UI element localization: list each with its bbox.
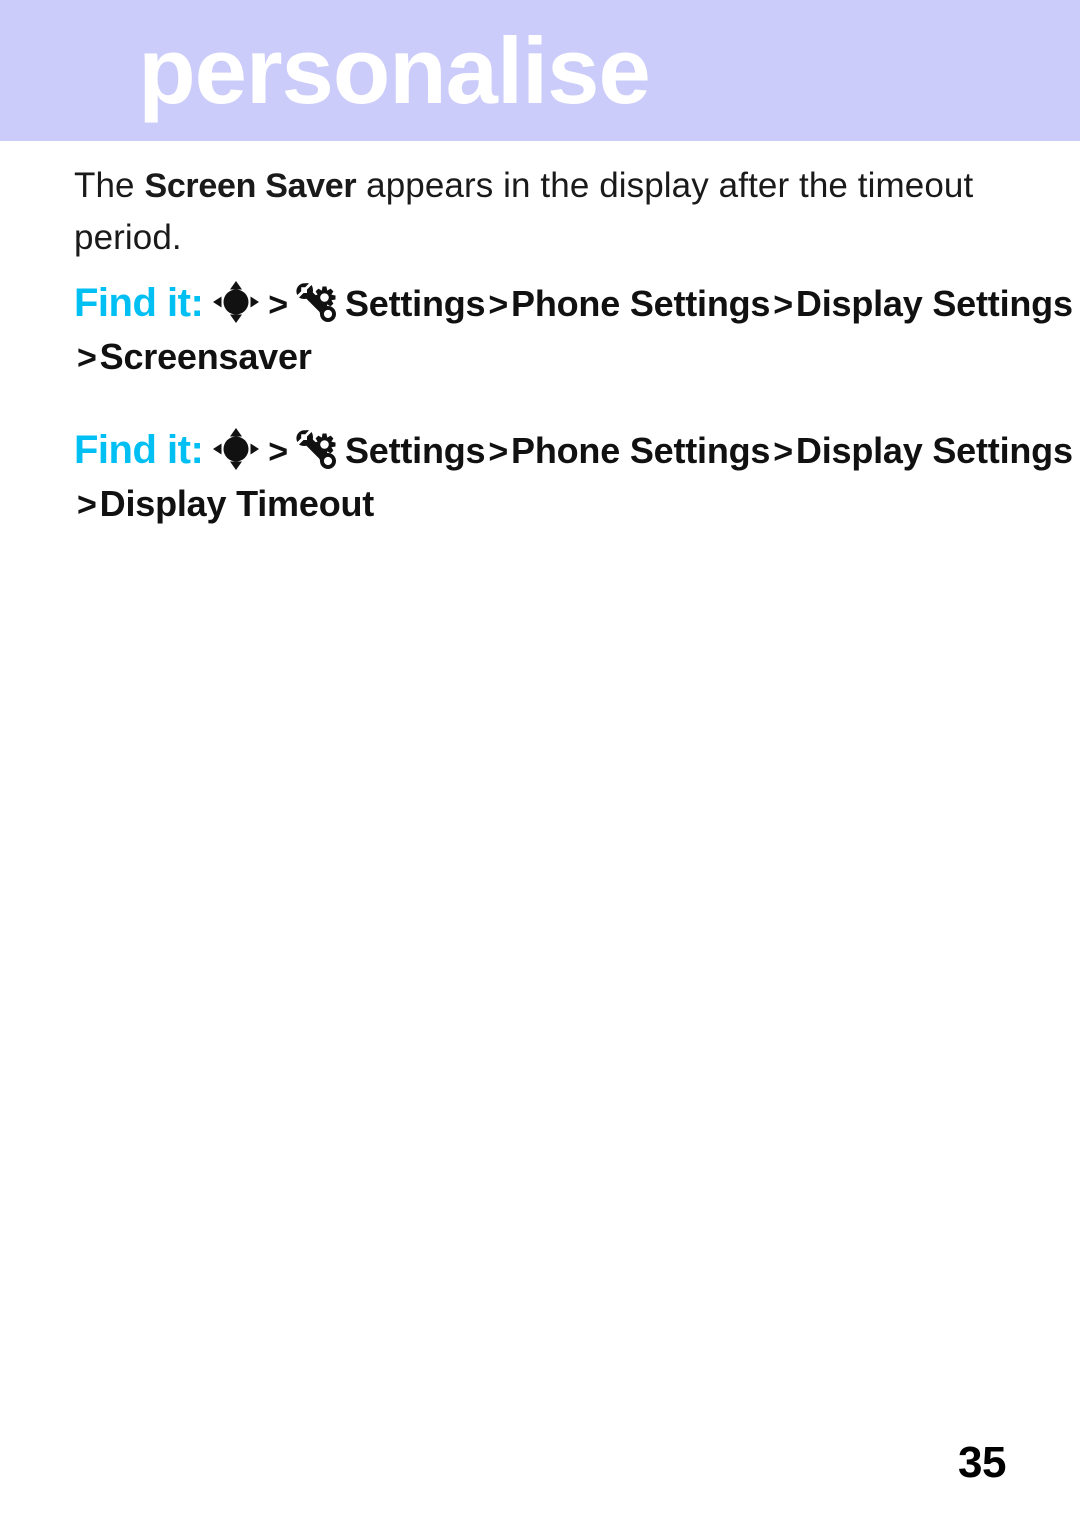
findit-path-line: Find it: > Settings>Phone Settings>Display…: [74, 424, 1073, 478]
path-crumb: Display Timeout: [99, 483, 375, 524]
intro-paragraph-before: The: [74, 166, 145, 205]
intro-paragraph: The Screen Saver appears in the display …: [74, 160, 974, 263]
wrench-gear-settings-icon: [295, 281, 339, 323]
findit-label: Find it:: [74, 281, 204, 325]
findit-block: Find it: > Settings>Phone Settings>Display…: [74, 277, 1073, 384]
path-separator: >: [773, 433, 793, 471]
path-crumb: Display Settings: [795, 430, 1073, 471]
dpad-navigation-icon: [213, 281, 260, 323]
intro-paragraph-term: Screen Saver: [144, 167, 357, 205]
dpad-navigation-icon: [213, 428, 260, 470]
findit-label: Find it:: [74, 428, 204, 472]
findit-block: Find it: > Settings>Phone Settings>Display…: [74, 424, 1073, 531]
page-content: The Screen Saver appears in the display …: [74, 160, 1073, 531]
path-separator: >: [488, 286, 509, 324]
page-header-band: personalise: [0, 0, 1080, 141]
path-separator: >: [488, 433, 509, 471]
path-separator: >: [268, 286, 288, 324]
path-crumb: Settings: [344, 430, 486, 471]
path-crumb: Screensaver: [99, 336, 312, 377]
path-crumb: Display Settings: [795, 283, 1073, 324]
wrench-gear-settings-icon: [295, 428, 339, 470]
page-number: 35: [958, 1438, 1006, 1487]
path-crumb: Phone Settings: [511, 283, 771, 324]
path-separator: >: [773, 286, 793, 324]
page-title: personalise: [138, 17, 650, 123]
findit-path-continuation: >Display Timeout: [74, 478, 974, 531]
path-crumb: Settings: [344, 283, 486, 324]
findit-path-continuation: >Screensaver: [74, 331, 974, 384]
findit-path-line: Find it: > Settings>Phone Settings>Display…: [74, 277, 1073, 331]
path-separator: >: [77, 486, 97, 524]
path-separator: >: [77, 339, 97, 377]
manual-page: personalise The Screen Saver appears in …: [0, 0, 1080, 1532]
path-crumb: Phone Settings: [511, 430, 771, 471]
path-separator: >: [268, 433, 288, 471]
